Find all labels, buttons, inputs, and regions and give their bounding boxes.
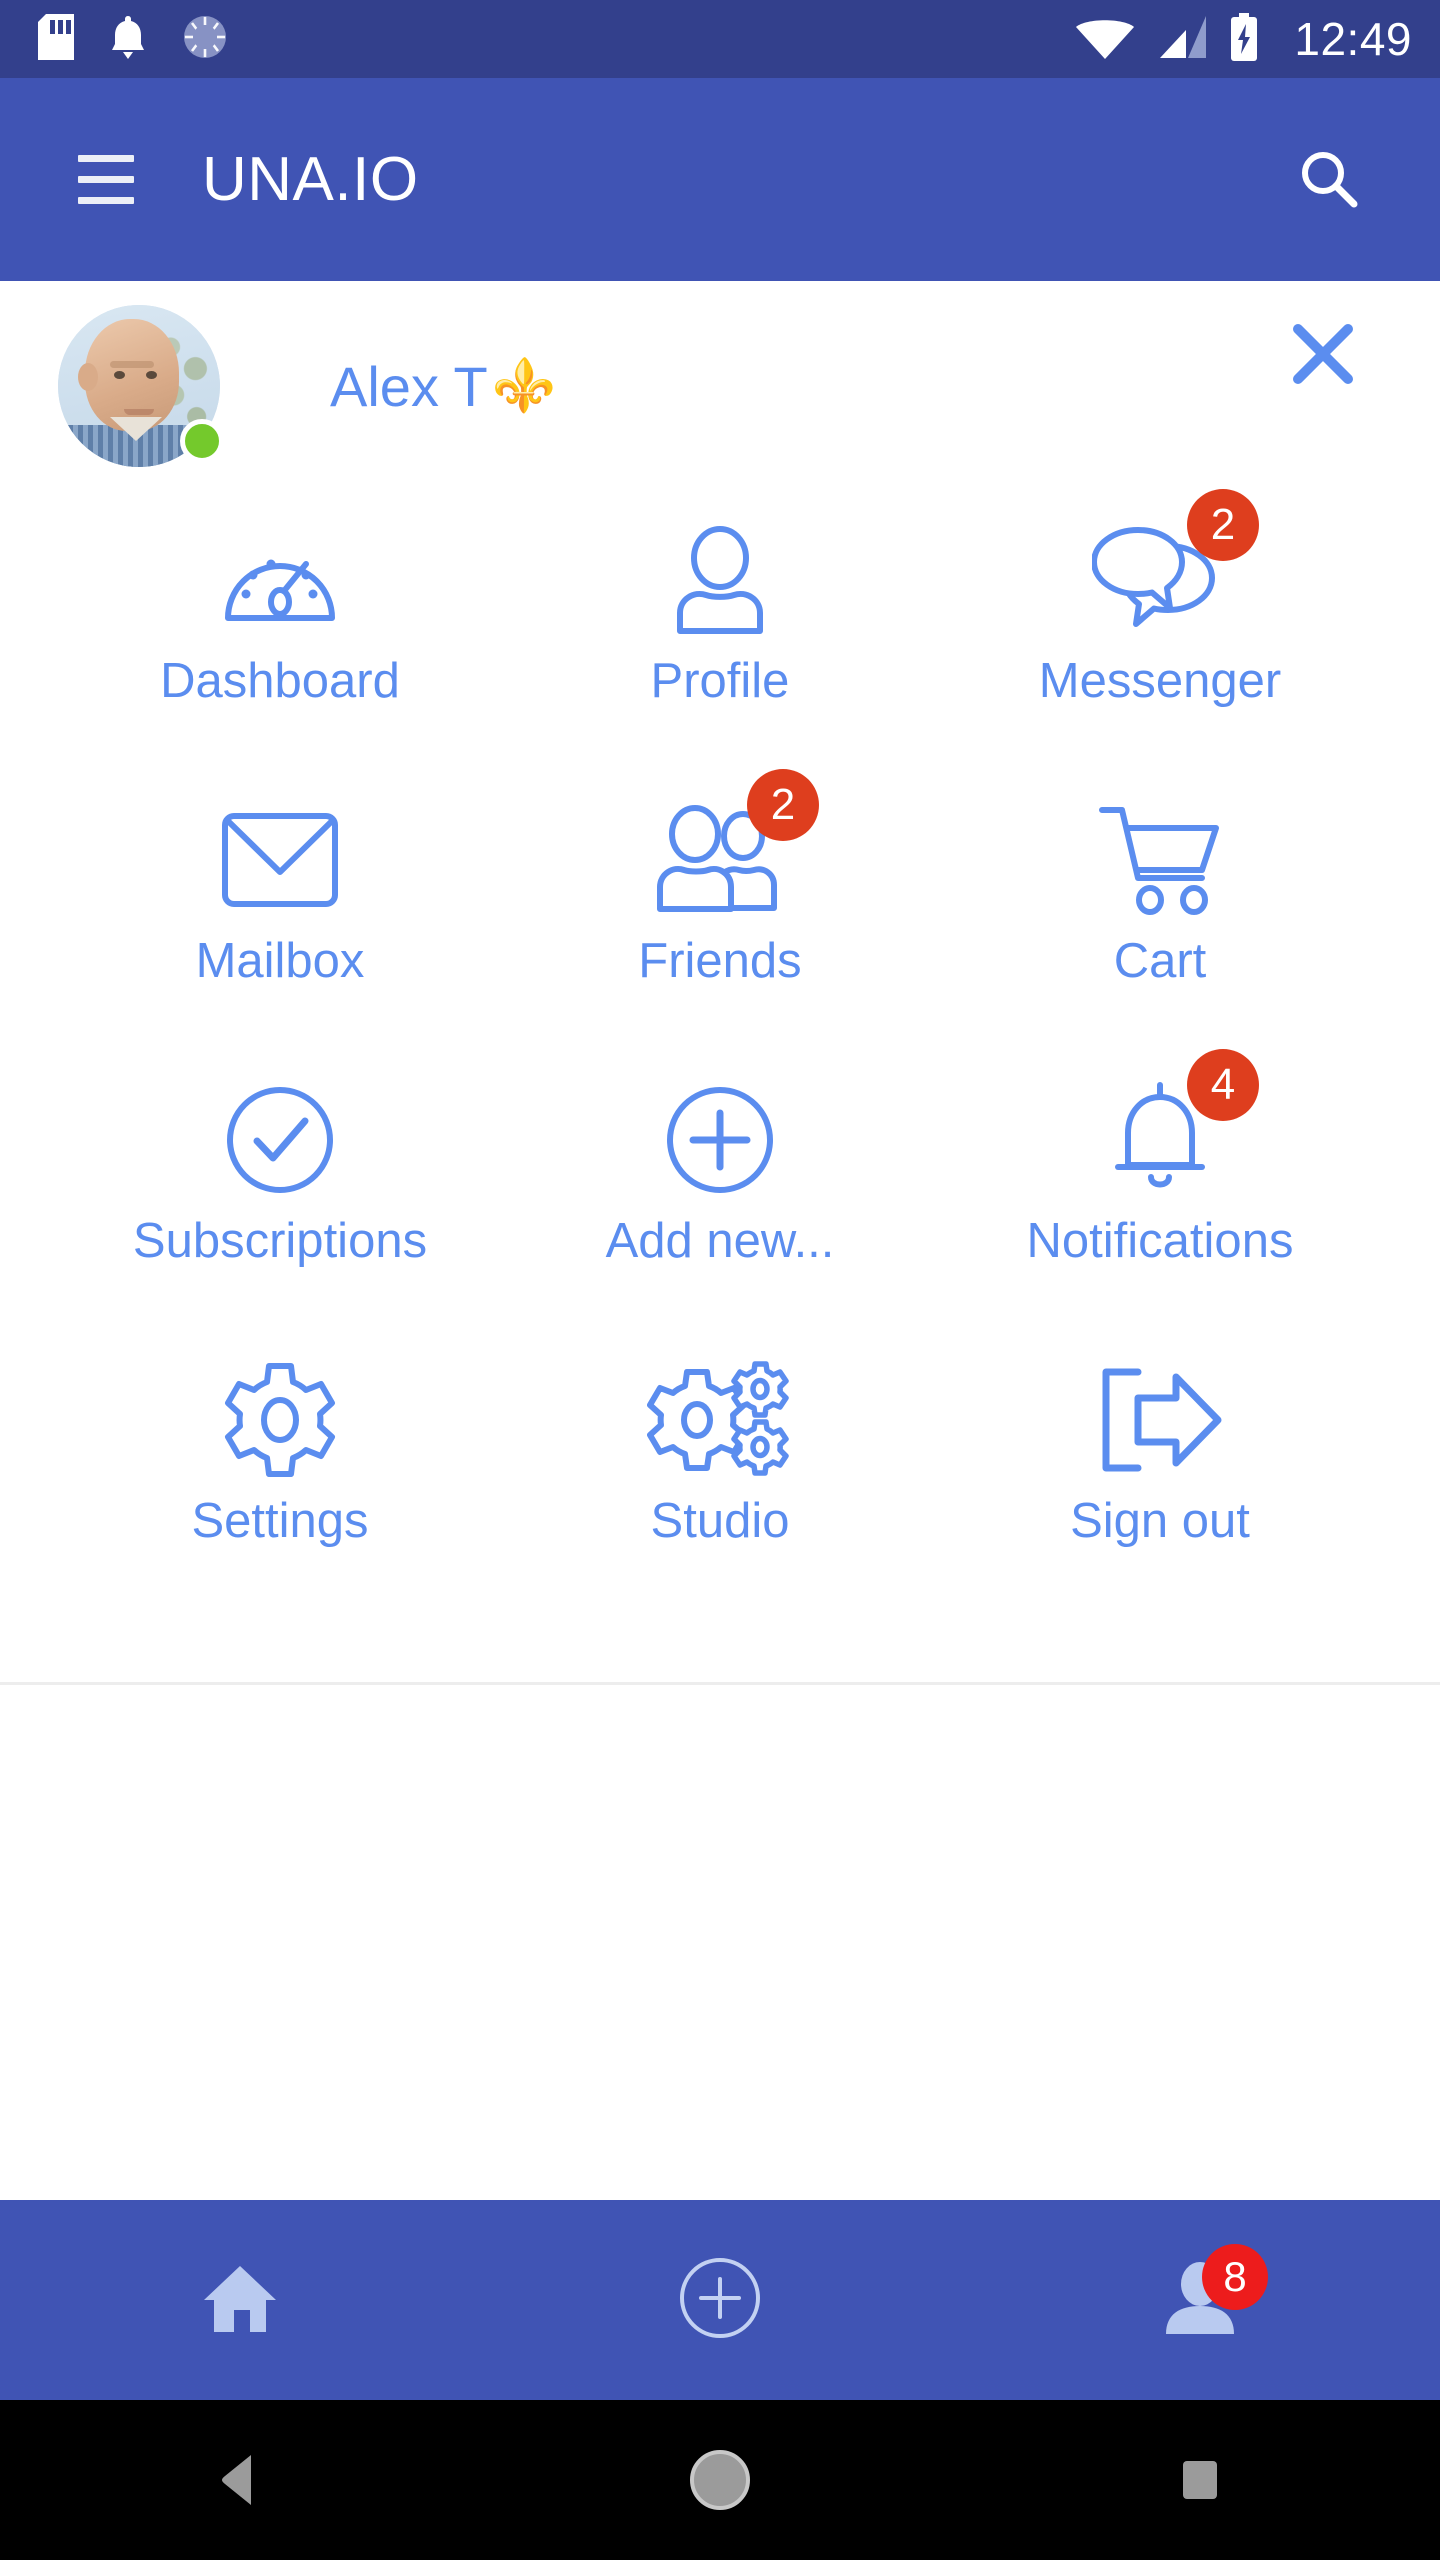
- status-badge: 2: [747, 769, 819, 841]
- dashboard-gauge-icon: [205, 515, 355, 645]
- plus-circle-icon: [677, 2255, 763, 2346]
- avatar[interactable]: [58, 305, 224, 467]
- bell-icon: [108, 14, 148, 65]
- search-icon[interactable]: [1274, 125, 1384, 235]
- person-icon: [645, 515, 795, 645]
- profile-header[interactable]: Alex T ⚜️: [0, 281, 1440, 491]
- menu-item-mailbox[interactable]: Mailbox: [60, 771, 500, 1051]
- hamburger-menu-icon[interactable]: [46, 120, 166, 240]
- status-bar: 12:49: [0, 0, 1440, 78]
- bottom-navigation-bar: 8: [0, 2200, 1440, 2400]
- shopping-cart-icon: [1085, 795, 1235, 925]
- menu-item-label: Friends: [638, 934, 802, 988]
- home-icon: [198, 2256, 282, 2345]
- menu-item-sign-out[interactable]: Sign out: [940, 1331, 1380, 1611]
- menu-item-studio[interactable]: Studio: [500, 1331, 940, 1611]
- wifi-icon: [1074, 14, 1136, 65]
- menu-item-label: Sign out: [1070, 1494, 1250, 1548]
- close-icon[interactable]: [1268, 299, 1378, 409]
- menu-item-label: Cart: [1113, 934, 1207, 988]
- two-people-icon: 2: [645, 769, 819, 925]
- menu-item-settings[interactable]: Settings: [60, 1331, 500, 1611]
- sign-out-icon: [1085, 1355, 1235, 1485]
- android-navigation-bar: [0, 2400, 1440, 2560]
- status-badge: 2: [1187, 489, 1259, 561]
- app-bar: UNA.IO: [0, 78, 1440, 281]
- menu-item-label: Profile: [650, 654, 790, 708]
- battery-charging-icon: [1230, 12, 1258, 66]
- home-circle-icon[interactable]: [480, 2447, 960, 2513]
- menu-item-messenger[interactable]: 2 Messenger: [940, 489, 1380, 771]
- menu-item-add-new[interactable]: Add new...: [500, 1051, 940, 1331]
- envelope-icon: [205, 795, 355, 925]
- multi-gear-icon: [645, 1355, 795, 1485]
- online-status-dot: [180, 419, 224, 463]
- status-bar-left-icons: [38, 13, 228, 65]
- bell-icon: 4: [1085, 1049, 1259, 1205]
- menu-item-friends[interactable]: 2 Friends: [500, 769, 940, 1051]
- menu-item-label: Mailbox: [195, 934, 365, 988]
- menu-item-dashboard[interactable]: Dashboard: [60, 491, 500, 771]
- menu-item-label: Studio: [650, 1494, 790, 1548]
- page-title: UNA.IO: [202, 145, 419, 214]
- menu-item-subscriptions[interactable]: Subscriptions: [60, 1051, 500, 1331]
- sync-spinner-icon: [182, 14, 228, 65]
- menu-item-notifications[interactable]: 4 Notifications: [940, 1049, 1380, 1331]
- chat-bubbles-icon: 2: [1085, 489, 1259, 645]
- content-area: [0, 1688, 1440, 2200]
- profile-name[interactable]: Alex T ⚜️: [330, 354, 556, 419]
- status-badge: 4: [1187, 1049, 1259, 1121]
- sd-card-icon: [38, 13, 74, 65]
- menu-item-profile[interactable]: Profile: [500, 491, 940, 771]
- status-bar-clock: 12:49: [1294, 13, 1412, 65]
- recents-square-icon[interactable]: [960, 2455, 1440, 2505]
- profile-name-text: Alex T: [330, 354, 488, 418]
- menu-item-label: Subscriptions: [132, 1214, 428, 1268]
- account-menu-panel: Alex T ⚜️ Dashboard Profile 2 Messenger …: [0, 281, 1440, 1685]
- bottom-nav-account[interactable]: 8: [960, 2200, 1440, 2400]
- phone-screen: 12:49 UNA.IO Alex T ⚜️ Dashboard Profile…: [0, 0, 1440, 2560]
- menu-item-label: Settings: [191, 1494, 369, 1548]
- menu-item-label: Messenger: [1038, 654, 1282, 708]
- status-bar-right-icons: 12:49: [1074, 12, 1412, 66]
- back-triangle-icon[interactable]: [0, 2449, 480, 2511]
- plus-circle-icon: [645, 1075, 795, 1205]
- gear-icon: [205, 1355, 355, 1485]
- menu-item-label: Notifications: [1026, 1214, 1294, 1268]
- menu-item-cart[interactable]: Cart: [940, 771, 1380, 1051]
- account-menu-grid: Dashboard Profile 2 Messenger Mailbox 2 …: [0, 489, 1440, 1611]
- menu-item-label: Dashboard: [160, 654, 400, 708]
- bottom-nav-home[interactable]: [0, 2200, 480, 2400]
- cellular-signal-icon: [1158, 14, 1208, 65]
- bottom-nav-add[interactable]: [480, 2200, 960, 2400]
- menu-item-label: Add new...: [605, 1214, 835, 1268]
- fleur-de-lis-icon: ⚜️: [491, 357, 557, 415]
- status-badge: 8: [1202, 2244, 1268, 2310]
- check-circle-icon: [205, 1075, 355, 1205]
